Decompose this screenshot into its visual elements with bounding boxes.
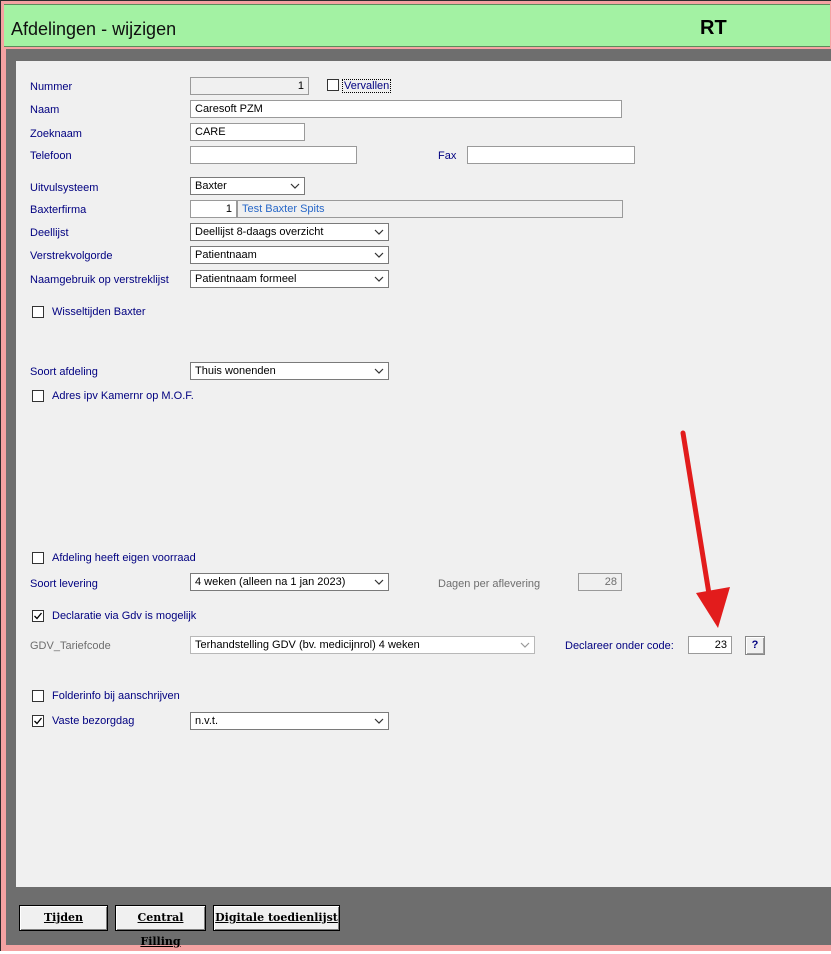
baxterfirma-name-text: Test Baxter Spits: [242, 203, 325, 215]
nummer-label: Nummer: [30, 81, 73, 93]
soort-afdeling-label: Soort afdeling: [30, 366, 98, 378]
verstrekvolgorde-value: Patientnaam: [195, 249, 257, 261]
panel-border-left: [6, 61, 16, 887]
baxterfirma-name: Test Baxter Spits: [237, 200, 623, 218]
annotation-arrow-icon: [680, 430, 730, 628]
deellijst-label: Deellijst: [30, 227, 69, 239]
declareer-code-field[interactable]: 23: [688, 636, 732, 654]
naamgebruik-value: Patientnaam formeel: [195, 273, 297, 285]
panel-border-top: [6, 49, 831, 61]
deellijst-value: Deellijst 8-daags overzicht: [195, 226, 324, 238]
vaste-bezorgdag-checkbox[interactable]: [32, 715, 44, 727]
central-filling-button-label: Central Filling: [137, 911, 184, 948]
deellijst-select[interactable]: Deellijst 8-daags overzicht: [190, 223, 389, 241]
baxterfirma-label: Baxterfirma: [30, 204, 87, 216]
vervallen-label[interactable]: Vervallen: [342, 79, 392, 93]
adres-kamernr-checkbox[interactable]: [32, 390, 44, 402]
declareer-code-label: Declareer onder code:: [565, 640, 674, 652]
chevron-down-icon: [374, 368, 384, 374]
soort-afdeling-value: Thuis wonenden: [195, 365, 276, 377]
gdv-tariefcode-value: Terhandstelling GDV (bv. medicijnrol) 4 …: [195, 639, 420, 651]
digitale-toedienlijst-button[interactable]: Digitale toedienlijst: [213, 905, 340, 931]
uitvulsysteem-label: Uitvulsysteem: [30, 182, 99, 194]
gdv-tariefcode-label: GDV_Tariefcode: [30, 640, 111, 652]
vervallen-checkbox[interactable]: [327, 79, 339, 91]
checkmark-icon: [34, 717, 43, 725]
soort-levering-value: 4 weken (alleen na 1 jan 2023): [195, 576, 346, 588]
uitvulsysteem-value: Baxter: [195, 180, 227, 192]
baxterfirma-field[interactable]: 1: [190, 200, 237, 218]
soort-levering-select[interactable]: 4 weken (alleen na 1 jan 2023): [190, 573, 389, 591]
telefoon-label: Telefoon: [30, 150, 72, 162]
dagen-per-aflevering-field: 28: [578, 573, 622, 591]
uitvulsysteem-select[interactable]: Baxter: [190, 177, 305, 195]
title-bar: Afdelingen - wijzigen RT: [4, 4, 830, 47]
zoeknaam-label: Zoeknaam: [30, 128, 82, 140]
checkmark-icon: [34, 612, 43, 620]
soort-levering-label: Soort levering: [30, 578, 98, 590]
zoeknaam-field[interactable]: CARE: [190, 123, 305, 141]
central-filling-button[interactable]: Central Filling: [115, 905, 206, 948]
naamgebruik-label: Naamgebruik op verstreklijst: [30, 274, 169, 286]
nummer-field[interactable]: 1: [190, 77, 309, 95]
digitale-toedienlijst-button-label: Digitale toedienlijst: [215, 911, 338, 924]
telefoon-field[interactable]: [190, 146, 357, 164]
declaratie-gdv-label: Declaratie via Gdv is mogelijk: [52, 610, 197, 622]
declaratie-gdv-checkbox[interactable]: [32, 610, 44, 622]
eigen-voorraad-label: Afdeling heeft eigen voorraad: [52, 552, 196, 564]
chevron-down-icon: [374, 252, 384, 258]
gdv-tariefcode-select[interactable]: Terhandstelling GDV (bv. medicijnrol) 4 …: [190, 636, 535, 654]
tijden-button-label: Tijden: [43, 911, 84, 924]
chevron-down-icon: [290, 183, 300, 189]
naam-label: Naam: [30, 104, 60, 116]
window-title: Afdelingen - wijzigen: [11, 19, 177, 39]
chevron-down-icon: [374, 579, 384, 585]
verstrekvolgorde-select[interactable]: Patientnaam: [190, 246, 389, 264]
naamgebruik-select[interactable]: Patientnaam formeel: [190, 270, 389, 288]
wisseltijden-label: Wisseltijden Baxter: [52, 306, 146, 318]
vaste-bezorgdag-select[interactable]: n.v.t.: [190, 712, 389, 730]
chevron-down-icon: [520, 642, 530, 648]
fax-field[interactable]: [467, 146, 635, 164]
tijden-button[interactable]: Tijden: [19, 905, 108, 931]
folderinfo-label: Folderinfo bij aanschrijven: [52, 690, 180, 702]
dagen-per-aflevering-label: Dagen per aflevering: [438, 578, 541, 590]
chevron-down-icon: [374, 229, 384, 235]
fax-label: Fax: [438, 150, 457, 162]
wisseltijden-checkbox[interactable]: [32, 306, 44, 318]
panel-border-bottom: [6, 887, 831, 899]
eigen-voorraad-checkbox[interactable]: [32, 552, 44, 564]
vaste-bezorgdag-value: n.v.t.: [195, 715, 219, 727]
verstrekvolgorde-label: Verstrekvolgorde: [30, 250, 113, 262]
help-button[interactable]: ?: [745, 636, 765, 655]
folderinfo-checkbox[interactable]: [32, 690, 44, 702]
adres-kamernr-label: Adres ipv Kamernr op M.O.F.: [52, 390, 194, 402]
vaste-bezorgdag-label: Vaste bezorgdag: [52, 715, 135, 727]
chevron-down-icon: [374, 718, 384, 724]
chevron-down-icon: [374, 276, 384, 282]
window-code: RT: [700, 17, 727, 39]
naam-field[interactable]: Caresoft PZM: [190, 100, 622, 118]
soort-afdeling-select[interactable]: Thuis wonenden: [190, 362, 389, 380]
